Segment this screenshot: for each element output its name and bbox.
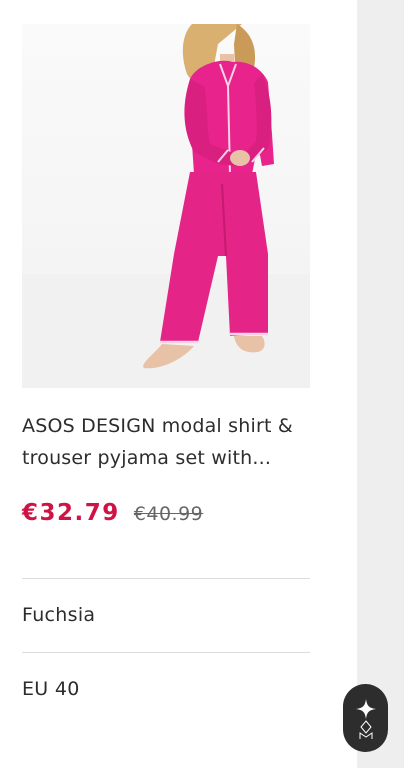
divider — [22, 578, 310, 579]
assistant-button[interactable] — [343, 684, 388, 752]
product-page: ASOS DESIGN modal shirt & trouser pyjama… — [0, 0, 404, 768]
original-price: €40.99 — [133, 503, 204, 525]
size-label: EU 40 — [22, 678, 80, 700]
sale-price: €32.79 — [22, 500, 120, 526]
sparkle-logo-icon — [355, 699, 376, 739]
product-title[interactable]: ASOS DESIGN modal shirt & trouser pyjama… — [22, 410, 322, 474]
price-row: €32.79 €40.99 — [22, 500, 203, 534]
side-panel — [357, 0, 404, 768]
color-label: Fuchsia — [22, 604, 96, 626]
product-image[interactable] — [22, 24, 310, 388]
model-photo — [22, 24, 310, 388]
divider — [22, 652, 310, 653]
